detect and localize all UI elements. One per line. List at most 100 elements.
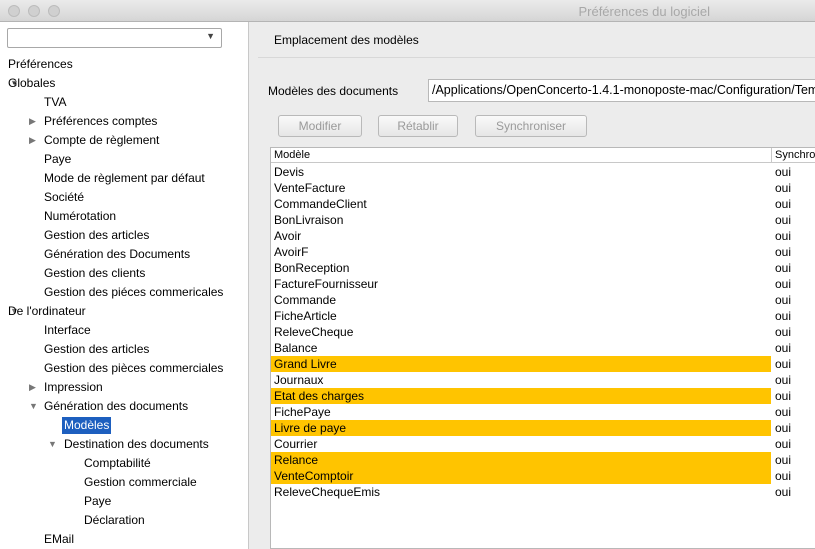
synchroniser-button[interactable]: Synchroniser <box>475 115 587 137</box>
tree-node[interactable]: Interface <box>0 321 249 340</box>
column-header-model[interactable]: Modèle <box>271 148 772 163</box>
model-cell: Devis <box>274 165 305 179</box>
column-header-sync[interactable]: Synchronisé <box>772 148 815 163</box>
tree-node[interactable]: Numérotation <box>0 207 249 226</box>
disclosure-collapsed-icon[interactable]: ▶ <box>29 112 39 131</box>
tree-node-label: Société <box>44 190 85 204</box>
disclosure-expanded-icon[interactable]: ▼ <box>48 435 58 454</box>
tree-node-label: Interface <box>44 323 91 337</box>
sync-cell: oui <box>775 197 792 211</box>
table-row[interactable]: FicheArticle oui <box>271 308 815 324</box>
tree-node[interactable]: TVA <box>0 93 249 112</box>
table-row[interactable]: Avoir oui <box>271 228 815 244</box>
model-cell: ReleveCheque <box>274 325 354 339</box>
model-cell: Livre de paye <box>271 420 771 436</box>
tree-node-label: Gestion des articles <box>44 228 150 242</box>
tree-node[interactable]: Gestion des articles <box>0 226 249 245</box>
section-divider <box>258 57 815 58</box>
tree-node-label: Paye <box>44 152 72 166</box>
tree-node[interactable]: ▼ Globales <box>0 74 249 93</box>
tree-node[interactable]: ▶ Préférences comptes <box>0 112 249 131</box>
table-row[interactable]: CommandeClient oui <box>271 196 815 212</box>
tree-node[interactable]: ▼ Destination des documents <box>0 435 249 454</box>
tree-node[interactable]: Paye <box>0 492 249 511</box>
disclosure-collapsed-icon[interactable]: ▶ <box>29 378 39 397</box>
tree-node-label: De l'ordinateur <box>8 304 86 318</box>
sync-cell: oui <box>775 245 792 259</box>
table-row[interactable]: Commande oui <box>271 292 815 308</box>
modifier-button[interactable]: Modifier <box>278 115 362 137</box>
tree-node[interactable]: Gestion des clients <box>0 264 249 283</box>
sync-cell: oui <box>775 213 792 227</box>
table-row[interactable]: BonLivraison oui <box>271 212 815 228</box>
model-cell: FactureFournisseur <box>274 277 379 291</box>
sync-cell: oui <box>775 277 792 291</box>
sync-cell: oui <box>775 485 792 499</box>
table-row[interactable]: FichePaye oui <box>271 404 815 420</box>
table-row[interactable]: FactureFournisseur oui <box>271 276 815 292</box>
model-cell: Courrier <box>274 437 318 451</box>
tree-node-label: TVA <box>44 95 67 109</box>
model-cell: Grand Livre <box>271 356 771 372</box>
tree-node-label: Déclaration <box>84 513 145 527</box>
tree-node[interactable]: Gestion des articles <box>0 340 249 359</box>
tree-node-label: Gestion commerciale <box>84 475 197 489</box>
sync-cell: oui <box>775 229 792 243</box>
sync-cell: oui <box>775 373 792 387</box>
table-row[interactable]: Devis oui <box>271 164 815 180</box>
table-row[interactable]: ReleveChequeEmis oui <box>271 484 815 500</box>
tree-node[interactable]: Déclaration <box>0 511 249 530</box>
disclosure-expanded-icon[interactable]: ▼ <box>29 397 39 416</box>
table-row[interactable]: Etat des charges oui <box>271 388 815 404</box>
sync-cell: oui <box>775 357 792 371</box>
preferences-sidebar: ▼ Préférences ▼ Globales TVA ▶ Préférences co… <box>0 22 249 549</box>
tree-node[interactable]: Gestion des pièces commerciales <box>0 359 249 378</box>
tree-node[interactable]: Mode de règlement par défaut <box>0 169 249 188</box>
tree-node[interactable]: ▶ Compte de règlement <box>0 131 249 150</box>
tree-node[interactable]: ▼ Génération des documents <box>0 397 249 416</box>
tree-node[interactable]: Gestion des piéces commericales <box>0 283 249 302</box>
sync-cell: oui <box>775 325 792 339</box>
table-row[interactable]: Courrier oui <box>271 436 815 452</box>
model-cell: Journaux <box>274 373 324 387</box>
chevron-down-icon[interactable]: ▼ <box>206 31 215 41</box>
tree-node[interactable]: Paye <box>0 150 249 169</box>
sync-cell: oui <box>775 437 792 451</box>
table-row[interactable]: Relance oui <box>271 452 815 468</box>
sync-cell: oui <box>775 165 792 179</box>
table-row[interactable]: BonReception oui <box>271 260 815 276</box>
sync-cell: oui <box>775 341 792 355</box>
window-title: Préférences du logiciel <box>578 4 710 19</box>
disclosure-collapsed-icon[interactable]: ▶ <box>29 131 39 150</box>
tree-node[interactable]: EMail <box>0 530 249 549</box>
table-row[interactable]: ReleveCheque oui <box>271 324 815 340</box>
search-combo[interactable]: ▼ <box>7 28 222 48</box>
table-row[interactable]: Journaux oui <box>271 372 815 388</box>
tree-node-label: Impression <box>44 380 103 394</box>
tree-node-label: Gestion des piéces commericales <box>44 285 224 299</box>
tree-node[interactable]: ▼ De l'ordinateur <box>0 302 249 321</box>
model-cell: BonReception <box>274 261 350 275</box>
table-row[interactable]: VenteFacture oui <box>271 180 815 196</box>
tree-node[interactable]: Gestion commerciale <box>0 473 249 492</box>
retablir-button[interactable]: Rétablir <box>378 115 458 137</box>
tree-node-label: Mode de règlement par défaut <box>44 171 205 185</box>
sync-cell: oui <box>775 293 792 307</box>
table-row[interactable]: Grand Livre oui <box>271 356 815 372</box>
sync-cell: oui <box>775 309 792 323</box>
sync-cell: oui <box>775 389 792 403</box>
table-row[interactable]: AvoirF oui <box>271 244 815 260</box>
model-cell: AvoirF <box>274 245 309 259</box>
table-row[interactable]: VenteComptoir oui <box>271 468 815 484</box>
tree-node[interactable]: Comptabilité <box>0 454 249 473</box>
table-row[interactable]: Balance oui <box>271 340 815 356</box>
tree-node[interactable]: Génération des Documents <box>0 245 249 264</box>
tree-node[interactable]: Modèles <box>0 416 249 435</box>
tree-node-label: Génération des Documents <box>44 247 191 261</box>
model-cell: CommandeClient <box>274 197 367 211</box>
tree-node[interactable]: Société <box>0 188 249 207</box>
path-field[interactable]: /Applications/OpenConcerto-1.4.1-monopos… <box>428 79 815 102</box>
table-row[interactable]: Livre de paye oui <box>271 420 815 436</box>
tree-node[interactable]: ▶ Impression <box>0 378 249 397</box>
tree-node[interactable]: Préférences <box>0 55 249 74</box>
